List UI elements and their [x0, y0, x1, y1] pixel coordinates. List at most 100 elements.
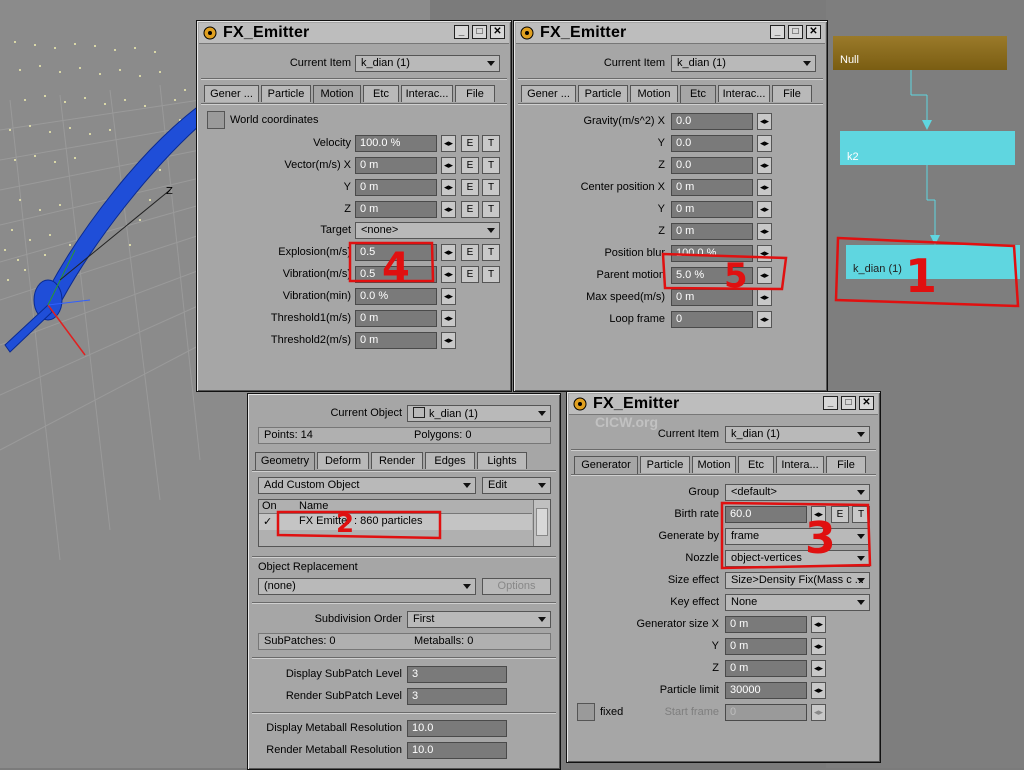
tab-motion[interactable]: Motion	[630, 85, 678, 102]
object-replacement-select[interactable]: (none)	[258, 578, 476, 595]
display-subpatch-field[interactable]: 3	[407, 666, 507, 683]
max-speed-slider-button[interactable]: ◂▸	[757, 289, 772, 306]
generator-size-x-field[interactable]: 0 m	[725, 616, 807, 633]
close-button[interactable]: ✕	[806, 25, 821, 39]
vector-x-texture-button[interactable]: T	[482, 157, 500, 174]
generator-size-x-slider-button[interactable]: ◂▸	[811, 616, 826, 633]
graph-node-k2[interactable]: k2	[840, 131, 1015, 165]
tab-particle[interactable]: Particle	[640, 456, 690, 473]
maximize-button[interactable]: □	[472, 25, 487, 39]
center-z-slider-button[interactable]: ◂▸	[757, 223, 772, 240]
vibration-min-field[interactable]: 0.0 %	[355, 288, 437, 305]
tab-edges[interactable]: Edges	[425, 452, 475, 469]
max-speed-field[interactable]: 0 m	[671, 289, 753, 306]
velocity-field[interactable]: 100.0 %	[355, 135, 437, 152]
current-item-select[interactable]: k_dian (1)	[671, 55, 816, 72]
tab-file[interactable]: File	[455, 85, 495, 102]
generator-size-z-field[interactable]: 0 m	[725, 660, 807, 677]
vibration-envelope-button[interactable]: E	[461, 266, 479, 283]
current-item-select[interactable]: k_dian (1)	[725, 426, 870, 443]
birth-rate-slider-button[interactable]: ◂▸	[811, 506, 826, 523]
center-x-slider-button[interactable]: ◂▸	[757, 179, 772, 196]
particle-limit-slider-button[interactable]: ◂▸	[811, 682, 826, 699]
tab-lights[interactable]: Lights	[477, 452, 527, 469]
loop-frame-slider-button[interactable]: ◂▸	[757, 311, 772, 328]
vector-x-slider-button[interactable]: ◂▸	[441, 157, 456, 174]
tab-render[interactable]: Render	[371, 452, 423, 469]
generator-size-y-slider-button[interactable]: ◂▸	[811, 638, 826, 655]
tab-deform[interactable]: Deform	[317, 452, 369, 469]
vector-x-envelope-button[interactable]: E	[461, 157, 479, 174]
current-object-select[interactable]: k_dian (1)	[407, 405, 551, 422]
vector-y-field[interactable]: 0 m	[355, 179, 437, 196]
tab-particle[interactable]: Particle	[578, 85, 628, 102]
gravity-y-slider-button[interactable]: ◂▸	[757, 135, 772, 152]
tab-interaction[interactable]: Interac...	[401, 85, 453, 102]
particle-limit-field[interactable]: 30000	[725, 682, 807, 699]
tab-generator[interactable]: Gener ...	[204, 85, 259, 102]
options-button[interactable]: Options	[482, 578, 551, 595]
list-header-on[interactable]: On	[262, 500, 277, 512]
tab-geometry[interactable]: Geometry	[255, 452, 315, 470]
center-z-field[interactable]: 0 m	[671, 223, 753, 240]
gravity-x-field[interactable]: 0.0	[671, 113, 753, 130]
generate-by-select[interactable]: frame	[725, 528, 870, 545]
velocity-envelope-button[interactable]: E	[461, 135, 479, 152]
tab-generator[interactable]: Gener ...	[521, 85, 576, 102]
vector-y-slider-button[interactable]: ◂▸	[441, 179, 456, 196]
tab-file[interactable]: File	[826, 456, 866, 473]
nozzle-select[interactable]: object-vertices	[725, 550, 870, 567]
position-blur-field[interactable]: 100.0 %	[671, 245, 753, 262]
tab-interaction[interactable]: Interac...	[718, 85, 770, 102]
birth-rate-envelope-button[interactable]: E	[831, 506, 849, 523]
center-x-field[interactable]: 0 m	[671, 179, 753, 196]
render-metaball-field[interactable]: 10.0	[407, 742, 507, 759]
vector-y-texture-button[interactable]: T	[482, 179, 500, 196]
vector-z-envelope-button[interactable]: E	[461, 201, 479, 218]
list-item[interactable]: ✓ FX Emitter : 860 particles	[259, 514, 532, 530]
explosion-envelope-button[interactable]: E	[461, 244, 479, 261]
explosion-texture-button[interactable]: T	[482, 244, 500, 261]
vector-z-field[interactable]: 0 m	[355, 201, 437, 218]
tab-etc[interactable]: Etc	[363, 85, 399, 102]
tab-generator[interactable]: Generator	[574, 456, 638, 474]
tab-etc[interactable]: Etc	[738, 456, 774, 473]
center-y-slider-button[interactable]: ◂▸	[757, 201, 772, 218]
birth-rate-texture-button[interactable]: T	[852, 506, 870, 523]
size-effect-select[interactable]: Size>Density Fix(Mass c ...	[725, 572, 870, 589]
maximize-button[interactable]: □	[841, 396, 856, 410]
minimize-button[interactable]: _	[454, 25, 469, 39]
graph-node-null[interactable]: Null	[833, 36, 1007, 70]
position-blur-slider-button[interactable]: ◂▸	[757, 245, 772, 262]
fixed-checkbox[interactable]	[577, 703, 595, 721]
tab-interaction[interactable]: Intera...	[776, 456, 824, 473]
generator-size-z-slider-button[interactable]: ◂▸	[811, 660, 826, 677]
edit-select[interactable]: Edit	[482, 477, 551, 494]
vibration-texture-button[interactable]: T	[482, 266, 500, 283]
birth-rate-field[interactable]: 60.0	[725, 506, 807, 523]
vibration-min-slider-button[interactable]: ◂▸	[441, 288, 456, 305]
graph-node-k-dian[interactable]: k_dian (1)	[846, 245, 1020, 279]
threshold1-slider-button[interactable]: ◂▸	[441, 310, 456, 327]
velocity-texture-button[interactable]: T	[482, 135, 500, 152]
key-effect-select[interactable]: None	[725, 594, 870, 611]
velocity-slider-button[interactable]: ◂▸	[441, 135, 456, 152]
vibration-slider-button[interactable]: ◂▸	[441, 266, 456, 283]
gravity-y-field[interactable]: 0.0	[671, 135, 753, 152]
close-button[interactable]: ✕	[859, 396, 874, 410]
list-header-name[interactable]: Name	[299, 500, 328, 512]
tab-motion[interactable]: Motion	[313, 85, 361, 103]
gravity-x-slider-button[interactable]: ◂▸	[757, 113, 772, 130]
list-item-checkmark[interactable]: ✓	[263, 515, 272, 528]
title-bar[interactable]: FX_Emitter _ □ ✕	[516, 23, 825, 44]
parent-motion-slider-button[interactable]: ◂▸	[757, 267, 772, 284]
threshold2-slider-button[interactable]: ◂▸	[441, 332, 456, 349]
gravity-z-field[interactable]: 0.0	[671, 157, 753, 174]
minimize-button[interactable]: _	[770, 25, 785, 39]
threshold2-field[interactable]: 0 m	[355, 332, 437, 349]
vector-y-envelope-button[interactable]: E	[461, 179, 479, 196]
threshold1-field[interactable]: 0 m	[355, 310, 437, 327]
render-subpatch-field[interactable]: 3	[407, 688, 507, 705]
target-select[interactable]: <none>	[355, 222, 500, 239]
title-bar[interactable]: FX_Emitter _ □ ✕	[199, 23, 509, 44]
